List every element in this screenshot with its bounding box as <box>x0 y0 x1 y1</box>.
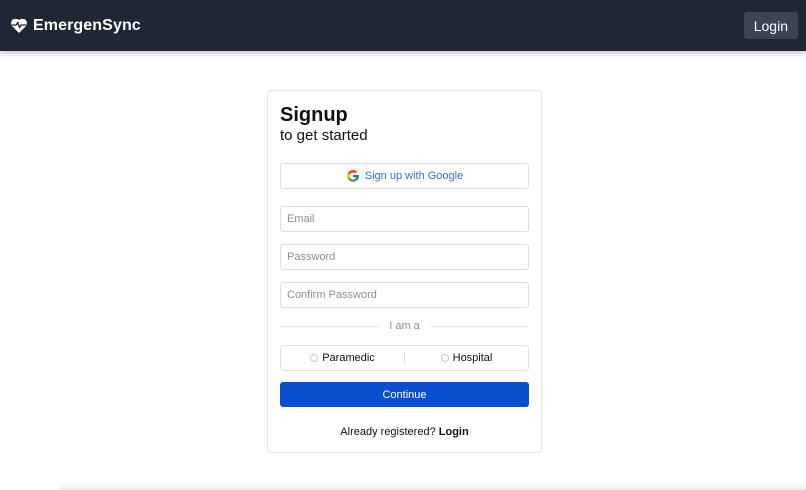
email-input[interactable] <box>280 206 529 232</box>
confirm-password-input[interactable] <box>280 282 529 308</box>
footer-login-link[interactable]: Login <box>439 426 469 438</box>
brand-name: EmergenSync <box>33 16 141 34</box>
role-divider: I am a <box>280 320 530 332</box>
password-input[interactable] <box>280 244 529 270</box>
hospital-radio[interactable] <box>440 354 449 362</box>
brand[interactable]: EmergenSync <box>11 17 141 35</box>
paramedic-label: Paramedic <box>322 352 375 364</box>
bottom-shadow <box>60 482 806 490</box>
signup-title: Signup <box>280 104 348 126</box>
continue-button[interactable]: Continue <box>280 382 529 407</box>
role-option-paramedic[interactable]: Paramedic <box>281 346 404 370</box>
already-registered-text: Already registered? Login <box>280 426 529 438</box>
divider-line-left <box>280 325 380 327</box>
footer-prompt: Already registered? <box>340 426 436 438</box>
signup-subtitle: to get started <box>280 127 368 144</box>
hospital-label: Hospital <box>452 352 493 364</box>
header-login-button[interactable]: Login <box>743 12 798 39</box>
paramedic-radio[interactable] <box>310 354 319 362</box>
divider-line-right <box>429 325 530 327</box>
google-signup-label: Sign up with Google <box>364 170 464 182</box>
role-option-hospital[interactable]: Hospital <box>405 346 528 370</box>
google-signup-button[interactable]: Sign up with Google <box>280 163 529 189</box>
google-icon <box>346 170 359 182</box>
top-navbar: EmergenSync Login <box>0 0 806 51</box>
role-divider-text: I am a <box>389 320 420 332</box>
heart-pulse-icon <box>11 18 27 33</box>
role-selector: Paramedic Hospital <box>280 345 529 371</box>
signup-card: Signup to get started Sign up with Googl… <box>267 90 542 453</box>
